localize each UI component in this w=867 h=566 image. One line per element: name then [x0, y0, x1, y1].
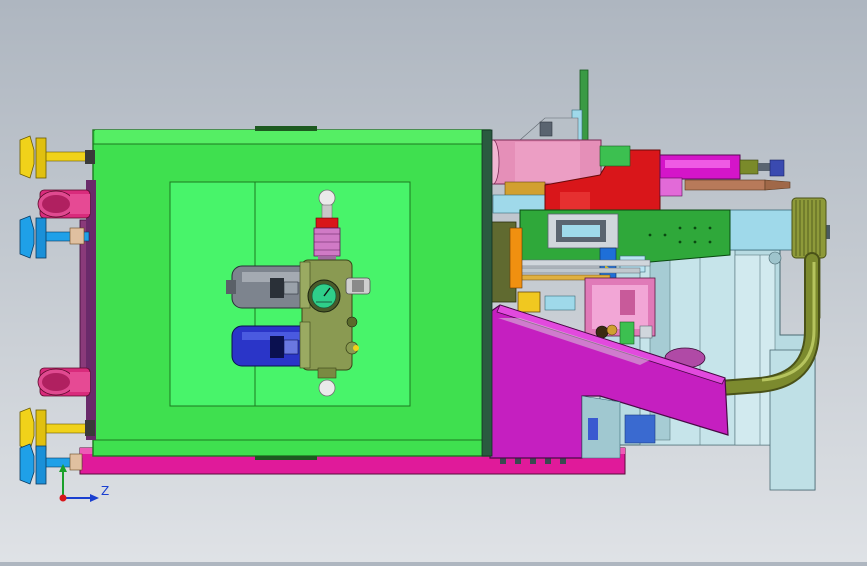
leveling-foot-yellow-top — [19, 135, 95, 179]
leveling-foot-yellow-bottom — [19, 407, 95, 451]
axis-label-z: Z — [101, 484, 110, 498]
hinge-top — [37, 189, 91, 219]
hinge-bottom — [37, 367, 91, 397]
leveling-foot-blue-bottom — [19, 443, 83, 485]
leveling-foot-blue-top — [19, 215, 90, 259]
left-side-fixtures — [19, 135, 96, 485]
cad-viewport[interactable]: Z — [0, 0, 867, 562]
cad-model-view[interactable] — [0, 0, 867, 562]
